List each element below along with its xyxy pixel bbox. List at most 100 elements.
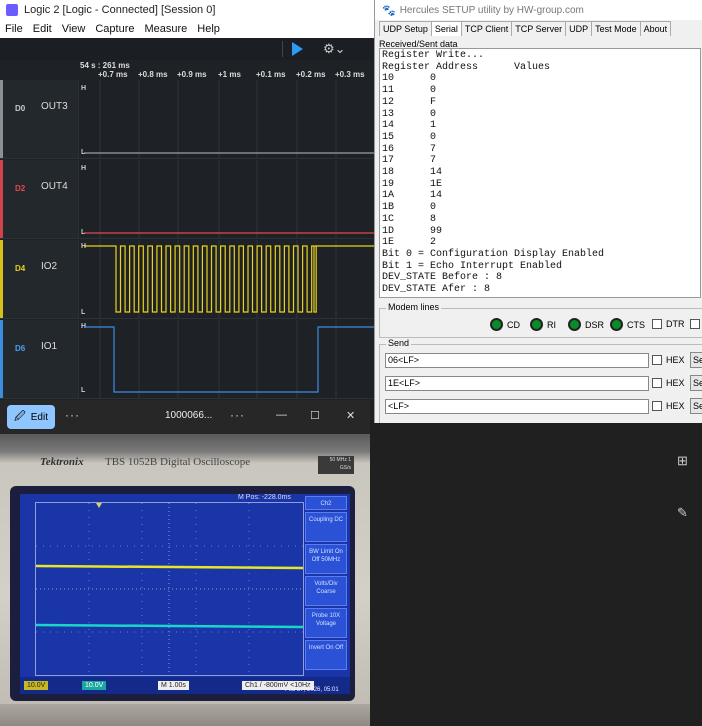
absolute-time: 54 s : 261 ms — [80, 61, 130, 70]
logic-title: Logic 2 [Logic - Connected] [Session 0] — [24, 4, 216, 16]
send-button-3[interactable]: Se — [690, 398, 702, 414]
send-input-3[interactable]: <LF> — [385, 399, 649, 414]
more-options-icon[interactable]: ··· — [65, 408, 80, 422]
image-filename: 1000066... — [165, 410, 213, 421]
menu-capture[interactable]: Capture — [95, 23, 134, 35]
logic-menubar: File Edit View Capture Measure Help — [0, 20, 375, 39]
scope-brand: Tektronix — [40, 456, 84, 468]
hercules-tabs: UDP Setup Serial TCP Client TCP Server U… — [379, 21, 672, 36]
menu-edit[interactable]: Edit — [33, 23, 52, 35]
menu-file[interactable]: File — [5, 23, 23, 35]
scope-menu-volts-div[interactable]: Volts/Div Coarse — [305, 576, 347, 606]
close-icon[interactable]: ✕ — [346, 409, 355, 422]
tick-label: +1 ms — [218, 70, 241, 79]
hex-checkbox-3[interactable]: HEX — [652, 401, 685, 411]
tick-label: +0.9 ms — [177, 70, 207, 79]
menu-view[interactable]: View — [62, 23, 86, 35]
waveform-io2 — [84, 240, 375, 318]
scope-screen: M Pos: -228.0ms Ch2 Coupling DC BW Limit… — [20, 494, 350, 694]
channel-header[interactable]: D4 IO2 — [3, 240, 79, 318]
scope-lower-bezel — [0, 704, 370, 726]
ch2-trace — [36, 623, 303, 629]
edit-label: Edit — [30, 411, 48, 423]
menu-measure[interactable]: Measure — [145, 23, 188, 35]
led-indicator-icon — [568, 318, 581, 331]
maximize-icon[interactable]: ☐ — [310, 409, 320, 422]
channel-id: D6 — [15, 344, 26, 353]
tab-tcp-client[interactable]: TCP Client — [460, 21, 513, 36]
send-label: Send — [386, 338, 412, 348]
received-data-log[interactable]: Register Write... Register Address Value… — [379, 48, 701, 298]
gallery-icon[interactable]: ⊞ — [677, 453, 688, 469]
waveform-pane: 54 s : 261 ms +0.7 ms +0.8 ms +0.9 ms +1… — [0, 60, 375, 400]
channel-name: OUT3 — [41, 101, 68, 112]
tick-label: +0.2 ms — [296, 70, 326, 79]
led-dsr: DSR — [568, 318, 604, 331]
channel-header[interactable]: D2 OUT4 — [3, 160, 79, 238]
time-ruler: 54 s : 261 ms +0.7 ms +0.8 ms +0.9 ms +1… — [78, 60, 375, 80]
led-cd: CD — [490, 318, 520, 331]
edit-notes-icon[interactable]: ✎ — [677, 505, 688, 521]
send-input-1[interactable]: 06<LF> — [385, 353, 649, 368]
send-button-2[interactable]: Se — [690, 375, 702, 391]
ch2-scale: 10.0V — [82, 681, 107, 690]
scope-menu-bw-limit[interactable]: BW Limit On Off 50MHz — [305, 544, 347, 574]
scope-spec-badge: 50 MHz 1 GS/s — [318, 456, 354, 474]
rts-checkbox[interactable] — [690, 319, 702, 329]
waveform-out4 — [84, 160, 375, 238]
hercules-title: Hercules SETUP utility by HW-group.com — [399, 4, 584, 16]
modem-lines-label: Modem lines — [386, 302, 442, 312]
logic-app-icon — [6, 4, 18, 16]
send-input-2[interactable]: 1E<LF> — [385, 376, 649, 391]
tab-tcp-server[interactable]: TCP Server — [511, 21, 567, 36]
ch1-scale: 10.0V — [24, 681, 49, 690]
waveform-out3 — [84, 80, 375, 158]
waveform-io1 — [84, 320, 375, 398]
channel-name: IO2 — [41, 261, 58, 272]
led-indicator-icon — [490, 318, 503, 331]
channel-io2[interactable]: D4 IO2 H L — [0, 240, 375, 319]
scope-datetime: Feb 27, 2026, 05:01 — [285, 687, 339, 693]
channel-id: D4 — [15, 264, 26, 273]
tab-udp-setup[interactable]: UDP Setup — [379, 21, 432, 36]
led-ri: RI — [530, 318, 556, 331]
send-group: Send 06<LF> HEX Se 1E<LF> HEX Se <LF> HE… — [379, 338, 702, 423]
tab-test-mode[interactable]: Test Mode — [591, 21, 641, 36]
led-cts: CTS — [610, 318, 645, 331]
scope-menu-ch2[interactable]: Ch2 — [305, 496, 347, 510]
tab-serial[interactable]: Serial — [430, 21, 462, 36]
tick-label: +0.7 ms — [98, 70, 128, 79]
channel-out4[interactable]: D2 OUT4 H L — [0, 160, 375, 239]
scope-menu-probe[interactable]: Probe 10X Voltage — [305, 608, 347, 638]
hex-checkbox-2[interactable]: HEX — [652, 378, 685, 388]
tab-udp[interactable]: UDP — [565, 21, 593, 36]
menu-help[interactable]: Help — [197, 23, 220, 35]
minimize-icon[interactable]: — — [276, 409, 287, 421]
led-indicator-icon — [610, 318, 623, 331]
scope-menu-coupling[interactable]: Coupling DC — [305, 512, 347, 542]
channel-header[interactable]: D0 OUT3 — [3, 80, 79, 158]
viewer-side-panel: ⊞ ✎ — [667, 423, 702, 726]
device-settings-icon[interactable]: ⚙⌄ — [323, 41, 346, 57]
logic-titlebar: Logic 2 [Logic - Connected] [Session 0] — [0, 0, 375, 20]
toolbar-separator — [282, 41, 283, 57]
ch1-trace — [36, 564, 303, 570]
hex-checkbox-1[interactable]: HEX — [652, 355, 685, 365]
channel-header[interactable]: D6 IO1 — [3, 320, 79, 398]
led-indicator-icon — [530, 318, 543, 331]
dtr-checkbox[interactable]: DTR — [652, 319, 685, 329]
channel-out3[interactable]: D0 OUT3 H L — [0, 80, 375, 159]
logic-toolbar: ⚙⌄ — [0, 38, 375, 60]
play-icon[interactable] — [292, 42, 303, 56]
more-options-icon[interactable]: ··· — [230, 408, 245, 422]
edit-button[interactable]: 🖉 Edit — [7, 405, 55, 429]
scope-model: TBS 1052B Digital Oscilloscope — [105, 456, 251, 468]
scope-menu-invert[interactable]: Invert On Off — [305, 640, 347, 670]
channel-name: IO1 — [41, 341, 58, 352]
tick-label: +0.3 ms — [335, 70, 365, 79]
scope-graticule — [35, 502, 304, 676]
channel-io1[interactable]: D6 IO1 H L — [0, 320, 375, 399]
channel-id: D0 — [15, 104, 26, 113]
tab-about[interactable]: About — [639, 21, 672, 36]
send-button-1[interactable]: Se — [690, 352, 702, 368]
